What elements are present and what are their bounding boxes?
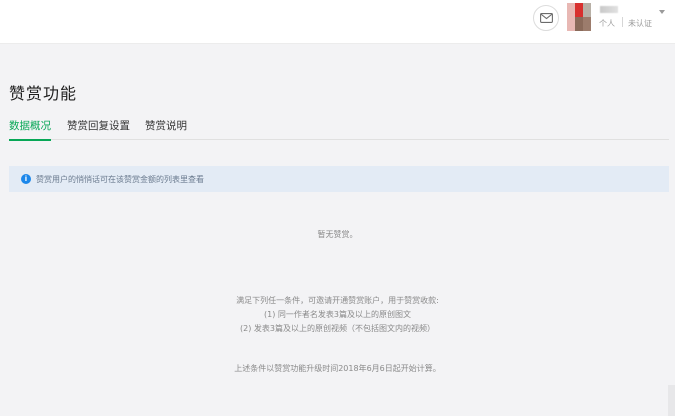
tab-reply-settings[interactable]: 赞赏回复设置 xyxy=(67,118,130,139)
scrollbar[interactable] xyxy=(668,385,675,416)
tab-data-overview[interactable]: 数据概况 xyxy=(9,118,51,141)
top-bar: 个人 未认证 xyxy=(0,0,675,44)
mail-icon xyxy=(539,13,553,23)
avatar[interactable] xyxy=(567,3,591,31)
info-notice: i 赞赏用户的悄悄话可在该赞赏金额的列表里查看 xyxy=(9,166,669,192)
account-name-blurred[interactable] xyxy=(600,6,618,13)
condition-item: (1) 同一作者名发表3篇及以上的原创图文 xyxy=(264,310,411,319)
verify-status-label: 未认证 xyxy=(628,19,652,28)
conditions-intro: 满足下列任一条件，可邀请开通赞赏账户，用于赞赏收款: xyxy=(236,296,439,305)
notice-text: 赞赏用户的悄悄话可在该赞赏金额的列表里查看 xyxy=(36,174,204,184)
conditions-block: 满足下列任一条件，可邀请开通赞赏账户，用于赞赏收款: (1) 同一作者名发表3篇… xyxy=(0,294,675,336)
account-divider xyxy=(622,17,623,27)
empty-state-text: 暂无赞赏。 xyxy=(317,230,358,239)
account-dropdown-chevron-icon[interactable] xyxy=(659,10,665,14)
page-title: 赞赏功能 xyxy=(9,84,78,103)
mail-button[interactable] xyxy=(533,5,559,31)
info-icon: i xyxy=(21,174,31,184)
tab-bar: 数据概况 赞赏回复设置 赞赏说明 xyxy=(9,118,669,141)
condition-item: (2) 发表3篇及以上的原创视频（不包括图文内的视频） xyxy=(240,324,435,333)
tab-description[interactable]: 赞赏说明 xyxy=(145,118,187,139)
account-type-label: 个人 xyxy=(599,19,615,28)
footnote: 上述条件以赞赏功能升级时间2018年6月6日起开始计算。 xyxy=(234,364,441,373)
